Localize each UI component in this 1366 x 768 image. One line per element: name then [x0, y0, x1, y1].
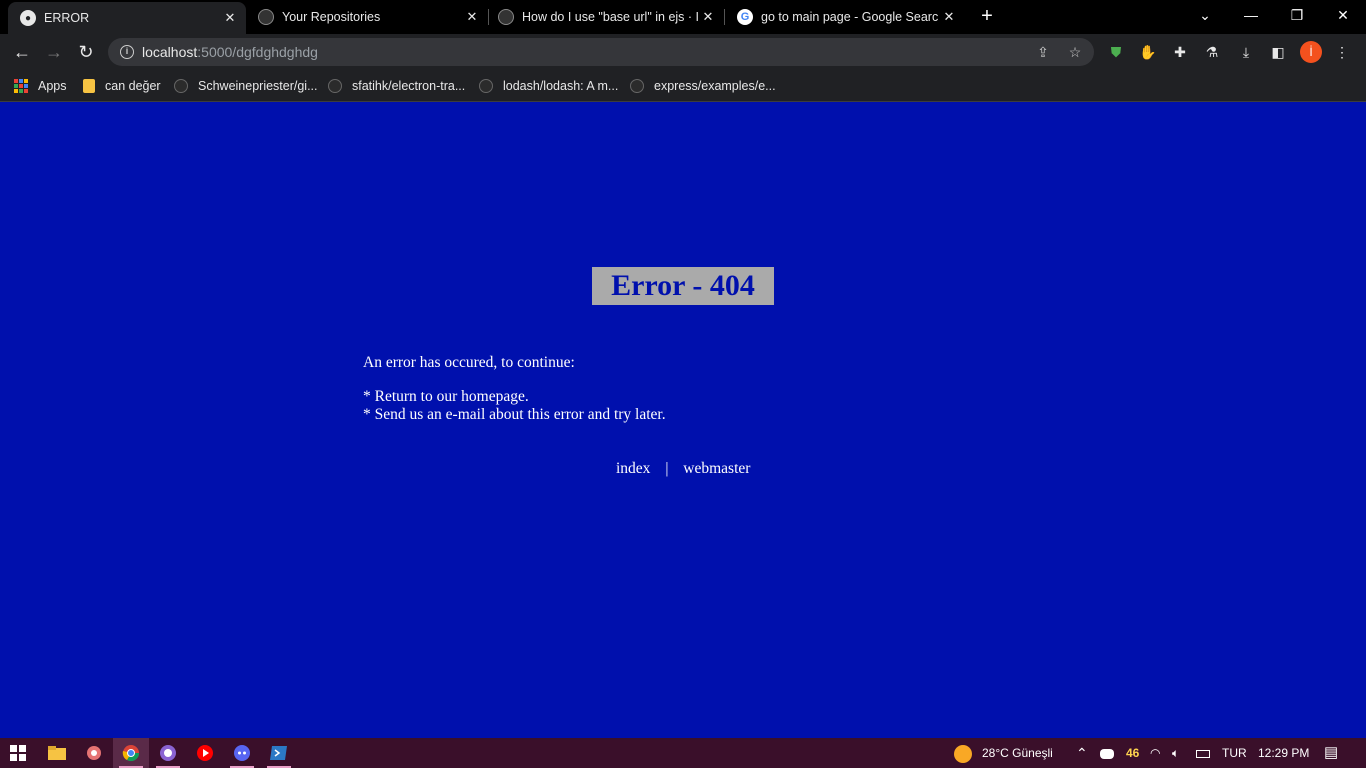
ublock-extension-icon[interactable]: ✋ — [1138, 42, 1158, 62]
bookmark-label: sfatihk/electron-tra... — [352, 79, 466, 93]
notifications-icon[interactable]: ▤ — [1324, 738, 1338, 768]
bookmark-label: express/examples/e... — [654, 79, 776, 93]
error-page: Error - 404 An error has occured, to con… — [0, 103, 1366, 738]
tab-title: Your Repositories — [282, 10, 381, 24]
google-icon: G — [737, 9, 753, 25]
bookmark-can-deger[interactable]: can değer — [83, 76, 161, 96]
index-link[interactable]: index — [616, 460, 650, 478]
clock[interactable]: 12:29 PM — [1258, 738, 1309, 768]
bookmark-label: Apps — [38, 79, 67, 93]
return-homepage-text: * Return to our homepage. — [363, 388, 529, 405]
discord-tray-icon[interactable] — [1100, 738, 1114, 768]
url-text[interactable]: localhost:5000/dgfdghdghdg — [142, 44, 318, 60]
download-icon[interactable]: ⤓ — [1236, 42, 1256, 62]
tab-base-url-ejs[interactable]: How do I use "base url" in ejs · Is ✕ — [486, 0, 725, 34]
url-host: localhost — [142, 44, 198, 60]
discord-icon[interactable] — [224, 738, 260, 768]
tab-error[interactable]: ● ERROR ✕ — [8, 2, 246, 34]
page-title: Error - 404 — [592, 267, 774, 305]
tab-title: How do I use "base url" in ejs · Is — [522, 10, 698, 24]
github-icon — [479, 79, 493, 93]
close-icon[interactable]: ✕ — [939, 9, 959, 25]
weather-widget[interactable]: 28°C Güneşli — [954, 738, 1053, 768]
input-language[interactable]: TUR — [1222, 738, 1247, 768]
github-icon — [258, 9, 274, 25]
tab-strip: ● ERROR ✕ Your Repositories ✕ How do I u… — [0, 0, 1366, 34]
tab-search-chevron-icon[interactable]: ⌄ — [1182, 0, 1228, 30]
extensions-puzzle-icon[interactable]: ✚ — [1170, 42, 1190, 62]
link-separator: | — [665, 460, 669, 477]
bookmark-lodash[interactable]: lodash/lodash: A m... — [479, 76, 618, 96]
restore-button[interactable]: ❐ — [1274, 0, 1320, 30]
close-window-button[interactable]: ✕ — [1320, 0, 1366, 30]
youtube-music-icon[interactable] — [187, 738, 223, 768]
tab-google-search[interactable]: G go to main page - Google Search ✕ — [725, 0, 965, 34]
chrome-taskbar-icon[interactable] — [113, 738, 149, 768]
close-icon[interactable]: ✕ — [462, 9, 482, 25]
windows-start-icon[interactable] — [0, 738, 36, 768]
github-icon — [328, 79, 342, 93]
taskbar: 28°C Güneşli ⌃ 46 ◠ 🔈︎ TUR 12:29 PM ▤ — [0, 738, 1366, 768]
error-intro: An error has occured, to continue: — [363, 354, 575, 371]
share-icon[interactable]: ⇪ — [1034, 43, 1052, 61]
bookmark-star-icon[interactable]: ☆ — [1066, 43, 1084, 61]
tray-badge[interactable]: 46 — [1126, 738, 1139, 768]
apps-grid-icon — [14, 79, 28, 93]
bookmark-express[interactable]: express/examples/e... — [630, 76, 776, 96]
minimize-button[interactable]: — — [1228, 0, 1274, 30]
side-panel-icon[interactable]: ◧ — [1268, 42, 1288, 62]
tab-your-repositories[interactable]: Your Repositories ✕ — [246, 0, 489, 34]
bookmark-label: lodash/lodash: A m... — [503, 79, 619, 93]
footer-links: index | webmaster — [616, 460, 750, 478]
bookmark-label: Schweinepriester/gi... — [198, 79, 318, 93]
battery-icon[interactable] — [1196, 738, 1210, 768]
tab-title: ERROR — [44, 11, 90, 25]
weather-text: 28°C Güneşli — [982, 746, 1053, 760]
address-bar[interactable]: i localhost:5000/dgfdghdghdg ⇪ ☆ — [108, 38, 1094, 66]
github-icon — [630, 79, 644, 93]
file-explorer-icon[interactable] — [39, 738, 75, 768]
github-icon — [498, 9, 514, 25]
menu-kebab-icon[interactable]: ⋮ — [1332, 42, 1352, 62]
back-button[interactable]: ← — [10, 40, 34, 64]
reload-button[interactable]: ↻ — [74, 40, 98, 64]
bookmarks-bar: Apps can değer Schweinepriester/gi... sf… — [0, 70, 1366, 102]
bookmark-sfatihk[interactable]: sfatihk/electron-tra... — [328, 76, 465, 96]
bookmark-schweinepriester[interactable]: Schweinepriester/gi... — [174, 76, 318, 96]
show-hidden-icons-chevron-icon[interactable]: ⌃ — [1076, 738, 1088, 768]
new-tab-button[interactable]: + — [976, 6, 998, 28]
github-icon — [174, 79, 188, 93]
wifi-icon[interactable]: ◠ — [1150, 738, 1160, 768]
forward-button[interactable]: → — [42, 40, 66, 64]
labs-flask-icon[interactable]: ⚗ — [1202, 42, 1222, 62]
close-icon[interactable]: ✕ — [698, 9, 718, 25]
webmaster-link[interactable]: webmaster — [683, 460, 750, 478]
info-icon[interactable]: i — [120, 45, 134, 59]
shield-extension-icon[interactable]: ⛊ — [1106, 42, 1126, 62]
powershell-icon[interactable] — [261, 738, 297, 768]
sun-icon — [954, 744, 972, 763]
tab-title: go to main page - Google Search — [761, 10, 939, 24]
volume-icon[interactable]: 🔈︎ — [1172, 738, 1179, 768]
bookmark-apps[interactable]: Apps — [14, 76, 67, 96]
profile-avatar[interactable]: İ — [1300, 41, 1322, 63]
globe-icon: ● — [20, 10, 36, 26]
folder-icon — [83, 79, 95, 93]
snipping-tool-icon[interactable] — [76, 738, 112, 768]
github-desktop-icon[interactable] — [150, 738, 186, 768]
bookmark-label: can değer — [105, 79, 161, 93]
browser-toolbar: ← → ↻ i localhost:5000/dgfdghdghdg ⇪ ☆ ⛊… — [0, 34, 1366, 70]
send-email-text: * Send us an e-mail about this error and… — [363, 406, 666, 423]
close-icon[interactable]: ✕ — [220, 10, 240, 26]
url-path: :5000/dgfdghdghdg — [197, 44, 318, 60]
